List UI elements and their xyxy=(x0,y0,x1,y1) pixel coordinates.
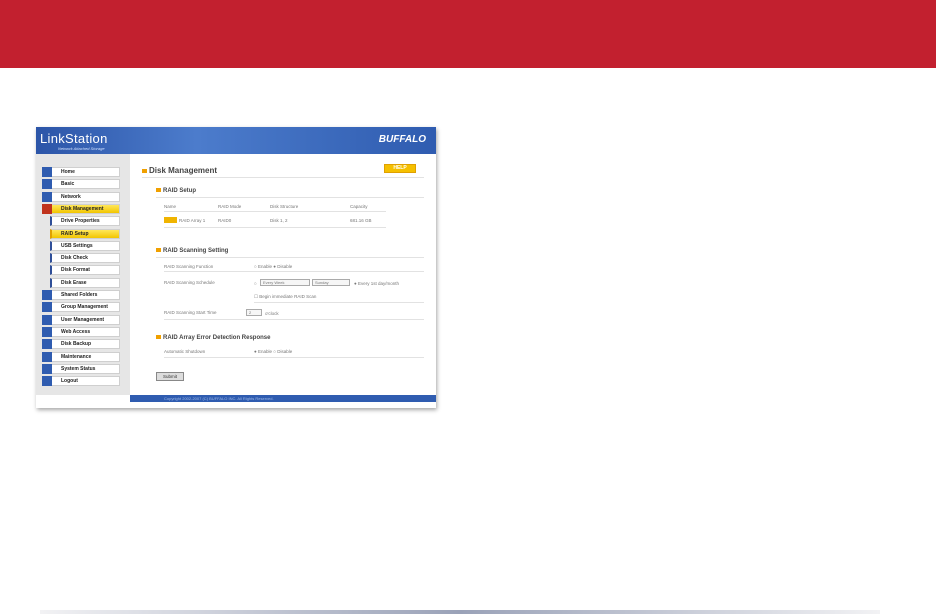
raid-scanning-heading: RAID Scanning Setting xyxy=(156,248,228,254)
auto-shutdown-radios[interactable]: ● Enable ○ Disable xyxy=(254,349,292,354)
capacity: 681.16 GB xyxy=(350,218,372,223)
disable-radio[interactable]: Disable xyxy=(277,264,292,269)
raid-mode: RAID0 xyxy=(218,218,232,223)
sidebar-item-disk-backup[interactable]: Disk Backup xyxy=(42,339,120,350)
monthly-radio[interactable]: ● Every 1st day/month xyxy=(354,281,399,286)
bullet-icon xyxy=(156,188,161,192)
enable-radio[interactable]: Enable xyxy=(258,264,272,269)
nav-icon xyxy=(42,363,52,374)
hour-select[interactable]: 2 xyxy=(246,309,262,316)
sidebar-item-user-management[interactable]: User Management xyxy=(42,314,120,325)
sidebar-item-label: Group Management xyxy=(61,304,108,311)
submit-button[interactable]: Submit xyxy=(156,372,184,381)
nav-icon xyxy=(42,326,52,337)
schedule-radio[interactable]: ○ xyxy=(254,281,257,286)
col-disk-structure: Disk Structure xyxy=(270,204,299,209)
nav-icon xyxy=(42,314,52,325)
linkstation-logo: LinkStation xyxy=(40,131,108,146)
bullet-icon xyxy=(142,169,147,173)
sidebar-item-label: Disk Backup xyxy=(61,341,92,348)
nav-icon xyxy=(42,203,52,214)
sidebar-item-shared-folders[interactable]: Shared Folders xyxy=(42,290,120,300)
immediate-scan-checkbox[interactable]: ☐ Begin immediate RAID Scan xyxy=(254,294,316,300)
raid-setup-heading: RAID Setup xyxy=(156,188,196,194)
sidebar-item-label: USB Settings xyxy=(61,242,93,249)
nav-icon xyxy=(42,376,52,387)
top-banner xyxy=(0,0,936,68)
scan-function-label: RAID Scanning Function xyxy=(164,264,214,269)
col-name: Name xyxy=(164,204,177,209)
sidebar-item-logout[interactable]: Logout xyxy=(42,376,120,387)
bullet-icon xyxy=(156,335,161,339)
sidebar: Home Basic Network Disk Management Drive Pro… xyxy=(36,154,130,395)
sidebar-item-disk-check[interactable]: Disk Check xyxy=(50,253,120,264)
nav-icon xyxy=(42,179,52,190)
linkstation-screenshot: LinkStation Network Attached Storage BUF… xyxy=(36,127,436,408)
bottom-divider xyxy=(40,610,880,614)
nav-icon xyxy=(42,339,52,350)
sidebar-item-label: Home xyxy=(61,169,75,175)
sidebar-item-label: Disk Format xyxy=(61,267,90,274)
footer: Copyright 2002-2007 (C) BUFFALO INC. All… xyxy=(130,395,436,402)
nav-icon xyxy=(42,191,52,202)
sidebar-item-label: Disk Erase xyxy=(61,279,87,286)
start-time-label: RAID Scanning Start Time xyxy=(164,310,217,315)
nav-icon xyxy=(42,302,52,313)
disk-structure: Disk 1, 2 xyxy=(270,218,288,223)
sidebar-item-home[interactable]: Home xyxy=(42,167,120,177)
frequency-select[interactable]: Every Week xyxy=(260,279,310,286)
sidebar-item-web-access[interactable]: Web Access xyxy=(42,326,120,337)
sidebar-item-raid-setup[interactable]: RAID Setup xyxy=(50,228,120,239)
sidebar-item-disk-erase[interactable]: Disk Erase xyxy=(50,277,120,288)
tagline: Network Attached Storage xyxy=(58,146,105,151)
sidebar-item-maintenance[interactable]: Maintenance xyxy=(42,351,120,362)
nav-icon xyxy=(42,167,52,177)
col-raid-mode: RAID Mode xyxy=(218,204,242,209)
immediate-label: Begin immediate RAID Scan xyxy=(259,294,317,299)
day-select[interactable]: Sunday xyxy=(312,279,350,286)
disable-radio[interactable]: Disable xyxy=(277,349,292,354)
nav-icon xyxy=(42,351,52,362)
help-button[interactable]: HELP xyxy=(384,164,416,173)
sidebar-item-label: Web Access xyxy=(61,328,91,335)
app-header: LinkStation Network Attached Storage BUF… xyxy=(36,127,436,154)
sidebar-item-label: System Status xyxy=(61,365,96,372)
col-capacity: Capacity xyxy=(350,204,368,209)
sidebar-item-network[interactable]: Network xyxy=(42,191,120,202)
auto-shutdown-label: Automatic Shutdown xyxy=(164,349,206,354)
scan-function-radios[interactable]: ○ Enable ● Disable xyxy=(254,264,292,269)
sidebar-item-label: User Management xyxy=(61,316,105,323)
scan-schedule-label: RAID Scanning Schedule xyxy=(164,280,215,285)
sidebar-item-label: Drive Properties xyxy=(61,218,100,225)
monthly-label: Every 1st day/month xyxy=(357,281,399,286)
sidebar-item-label: Logout xyxy=(61,378,78,385)
sidebar-item-system-status[interactable]: System Status xyxy=(42,363,120,374)
main-content: Disk Management HELP RAID Setup Name RAI… xyxy=(136,154,436,395)
sidebar-item-basic[interactable]: Basic xyxy=(42,179,120,190)
sidebar-item-label: Maintenance xyxy=(61,353,92,360)
sidebar-item-label: Disk Check xyxy=(61,255,88,262)
sidebar-item-group-management[interactable]: Group Management xyxy=(42,302,120,313)
page-title: Disk Management xyxy=(142,166,217,175)
oclock-label: o'clock xyxy=(265,311,279,316)
sidebar-item-disk-management[interactable]: Disk Management xyxy=(42,203,120,214)
raid-array-name[interactable]: RAID Array 1 xyxy=(179,218,205,223)
error-response-heading: RAID Array Error Detection Response xyxy=(156,335,270,341)
raid-array-icon[interactable] xyxy=(164,217,177,223)
buffalo-logo: BUFFALO xyxy=(378,134,426,145)
sidebar-item-disk-format[interactable]: Disk Format xyxy=(50,265,120,276)
sidebar-item-label: RAID Setup xyxy=(61,230,89,237)
nav-icon xyxy=(42,290,52,300)
enable-radio[interactable]: Enable xyxy=(258,349,272,354)
sidebar-item-label: Shared Folders xyxy=(61,292,98,298)
sidebar-item-drive-properties[interactable]: Drive Properties xyxy=(50,216,120,227)
sidebar-item-usb-settings[interactable]: USB Settings xyxy=(50,240,120,251)
sidebar-item-label: Disk Management xyxy=(61,205,104,212)
sidebar-item-label: Basic xyxy=(61,181,75,188)
sidebar-item-label: Network xyxy=(61,193,81,200)
bullet-icon xyxy=(156,248,161,252)
